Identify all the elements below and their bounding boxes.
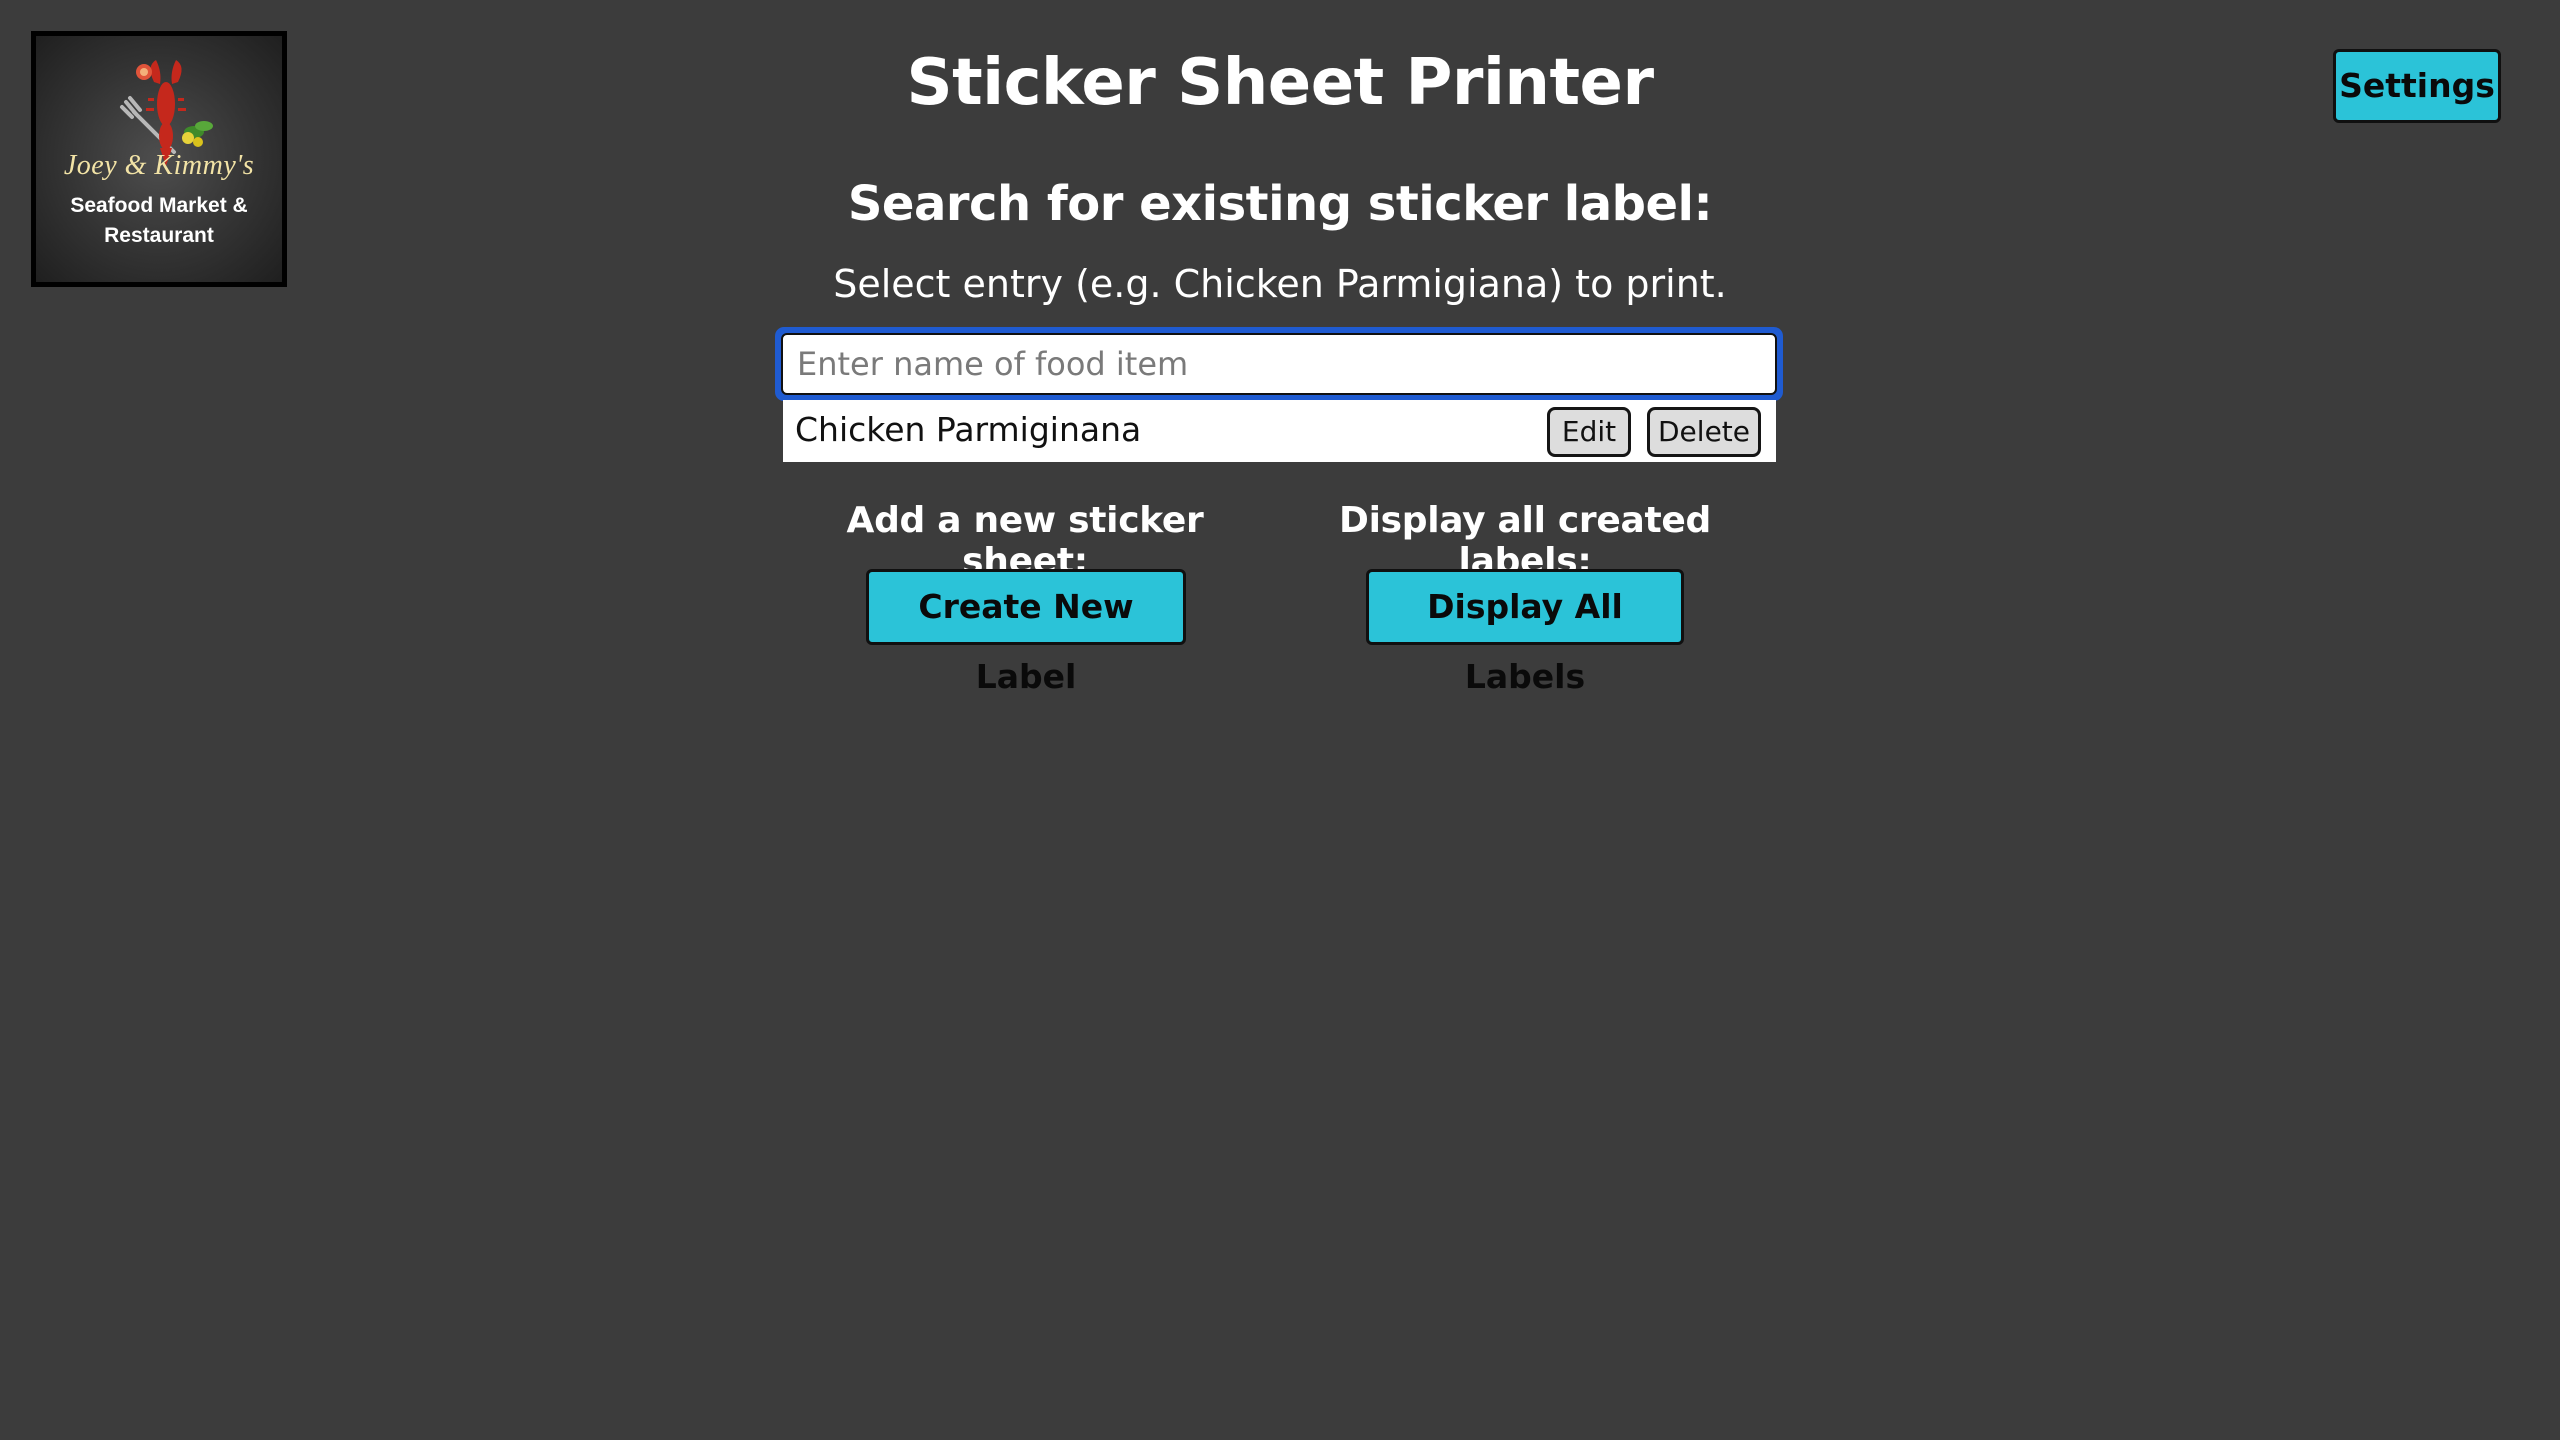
delete-button[interactable]: Delete [1647,407,1761,457]
display-all-labels-button[interactable]: Display All Labels [1366,569,1684,696]
result-item-name[interactable]: Chicken Parmiginana [795,410,1141,449]
search-input[interactable] [781,333,1777,395]
page-title: Sticker Sheet Printer [906,46,1654,120]
edit-button[interactable]: Edit [1547,407,1631,457]
create-new-label-button[interactable]: Create New Label [866,569,1186,696]
search-field-focus-ring [775,327,1783,401]
settings-button[interactable]: Settings [2333,49,2501,123]
search-heading: Search for existing sticker label: [847,176,1713,232]
search-results-list: Chicken Parmiginana Edit Delete [783,400,1776,462]
search-description: Select entry (e.g. Chicken Parmigiana) t… [833,262,1727,306]
